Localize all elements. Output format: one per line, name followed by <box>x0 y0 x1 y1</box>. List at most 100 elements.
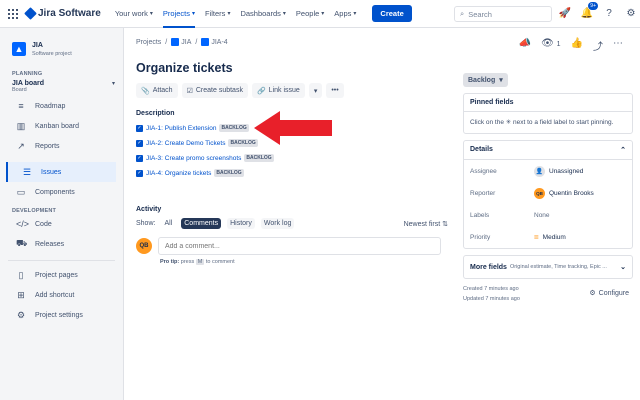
project-avatar-icon: ▲ <box>12 42 26 56</box>
nav-apps[interactable]: Apps ▾ <box>334 0 356 28</box>
priority-medium-icon: = <box>534 232 539 242</box>
project-header[interactable]: ▲ JIA Software project <box>0 28 123 57</box>
checkbox-icon[interactable]: ✓ <box>136 169 143 177</box>
gear-icon: ⚙ <box>589 290 596 297</box>
paperclip-icon: 📎 <box>141 87 150 95</box>
create-button[interactable]: Create <box>372 5 412 22</box>
unassigned-avatar-icon: 👤 <box>534 165 545 177</box>
status-dropdown[interactable]: Backlog ▾ <box>463 73 508 87</box>
chevron-down-icon: ▾ <box>321 11 325 17</box>
sidebar-item-project-settings[interactable]: ⚙ Project settings <box>0 305 123 325</box>
sidebar-item-project-pages[interactable]: ▯ Project pages <box>0 265 123 285</box>
filter-all[interactable]: All <box>161 218 175 229</box>
sidebar-item-code[interactable]: </> Code <box>0 214 123 234</box>
settings-gear-icon[interactable]: ⚙ <box>624 6 638 20</box>
issue-header-actions: 📣 👁 1 👍 ⤴ ⋯ <box>463 38 623 53</box>
roadmap-icon: ≡ <box>18 101 24 111</box>
breadcrumb-projects[interactable]: Projects <box>136 39 161 46</box>
watch-button[interactable]: 👁 1 <box>541 38 560 53</box>
sidebar-item-add-shortcut[interactable]: ⊞ Add shortcut <box>0 285 123 305</box>
link-issue-dropdown[interactable]: ▾ <box>308 83 323 98</box>
shortcut-icon: ⊞ <box>17 289 25 300</box>
nav-filters[interactable]: Filters ▾ <box>205 0 230 28</box>
sidebar-item-kanban[interactable]: ▥ Kanban board <box>0 116 123 136</box>
show-label: Show: <box>136 220 156 227</box>
list-item[interactable]: ✓ JIA-4: Organize tickets BACKLOG <box>136 169 448 177</box>
megaphone-icon[interactable]: 📣 <box>519 38 531 53</box>
sort-order-button[interactable]: Newest first ⇅ <box>404 220 448 228</box>
chevron-up-icon: ⌃ <box>620 147 626 154</box>
more-actions-button[interactable]: ••• <box>326 83 344 98</box>
filter-history[interactable]: History <box>227 218 255 229</box>
breadcrumb-separator: / <box>165 38 168 46</box>
list-item[interactable]: ✓ JIA-3: Create promo screenshots BACKLOG <box>136 154 448 162</box>
details-header[interactable]: Details ⌃ <box>464 141 632 160</box>
sidebar-item-components[interactable]: ▭ Components <box>0 182 123 202</box>
board-selector[interactable]: JIA board Board ▾ <box>12 80 115 93</box>
notifications-bell-icon[interactable]: 🔔 9+ <box>580 2 598 20</box>
jira-logo-icon <box>24 7 37 20</box>
field-priority[interactable]: Priority = Medium <box>464 226 632 248</box>
logo-text: Jira Software <box>38 8 101 19</box>
link-issue-button[interactable]: 🔗 Link issue <box>251 83 305 98</box>
rocket-icon[interactable]: 🚀 <box>558 6 572 20</box>
more-icon[interactable]: ⋯ <box>613 38 623 53</box>
attach-button[interactable]: 📎 Attach <box>136 83 178 98</box>
app-switcher-icon[interactable] <box>8 8 18 19</box>
chevron-down-icon: ⌄ <box>620 264 626 271</box>
nav-projects[interactable]: Projects ▾ <box>162 0 196 28</box>
link-icon: 🔗 <box>256 87 266 95</box>
issue-title[interactable]: Organize tickets <box>136 61 448 75</box>
checkbox-icon[interactable]: ✓ <box>136 124 143 132</box>
keyboard-key: M <box>195 259 205 265</box>
main-nav: Your work ▾ Projects ▾ Filters ▾ Dashboards… <box>115 0 412 28</box>
board-name: JIA board <box>12 80 45 87</box>
search-icon: ⌕ <box>460 9 465 18</box>
issue-actions: 📎 Attach ☑ Create subtask 🔗 Link issue ▾ ••… <box>136 83 448 98</box>
thumbs-up-icon[interactable]: 👍 <box>571 38 583 53</box>
status-badge: BACKLOG <box>219 124 249 132</box>
pinned-fields-panel: Pinned fields Click on the ✳ next to a f… <box>463 93 633 134</box>
configure-button[interactable]: ⚙ Configure <box>589 289 629 298</box>
breadcrumb-project[interactable]: JIA <box>171 38 191 46</box>
checkbox-icon[interactable]: ✓ <box>136 154 143 162</box>
search-input[interactable]: ⌕ Search <box>454 6 552 22</box>
help-icon[interactable]: ? <box>602 6 616 20</box>
filter-comments[interactable]: Comments <box>181 218 222 229</box>
breadcrumb-issue[interactable]: JIA-4 <box>201 38 228 46</box>
top-navigation-bar: Jira Software Your work ▾ Projects ▾ Filte… <box>0 0 640 28</box>
comment-input[interactable] <box>158 237 441 255</box>
jira-logo[interactable]: Jira Software <box>24 7 101 20</box>
nav-your-work[interactable]: Your work ▾ <box>115 0 153 28</box>
project-sidebar: ▲ JIA Software project PLANNING JIA boar… <box>0 28 124 400</box>
share-icon[interactable]: ⤴ <box>593 38 603 53</box>
chevron-down-icon: ▾ <box>111 81 115 87</box>
checkbox-icon[interactable]: ✓ <box>136 139 143 147</box>
breadcrumb-separator: / <box>195 38 198 46</box>
nav-dashboards[interactable]: Dashboards ▾ <box>240 0 285 28</box>
chevron-down-icon: ▾ <box>149 11 153 17</box>
board-type: Board <box>12 87 27 93</box>
pinned-fields-title: Pinned fields <box>464 94 632 112</box>
field-assignee[interactable]: Assignee 👤 Unassigned <box>464 160 632 182</box>
filter-work-log[interactable]: Work log <box>260 218 295 229</box>
avatar: QB <box>534 187 545 199</box>
pinned-fields-body: Click on the ✳ next to a field label to … <box>470 119 614 126</box>
issues-icon: ☰ <box>22 166 32 177</box>
sidebar-item-roadmap[interactable]: ≡ Roadmap <box>0 96 123 116</box>
sidebar-item-reports[interactable]: ↗ Reports <box>0 136 123 156</box>
releases-icon: ⛟ <box>16 238 28 248</box>
chevron-down-icon: ▾ <box>227 11 231 17</box>
field-reporter[interactable]: Reporter QB Quentin Brooks <box>464 182 632 204</box>
subtask-icon: ☑ <box>186 87 193 95</box>
more-fields-panel[interactable]: More fields Original estimate, Time track… <box>463 255 633 279</box>
settings-icon: ⚙ <box>16 309 26 320</box>
create-subtask-button[interactable]: ☑ Create subtask <box>181 83 248 98</box>
planning-heading: PLANNING <box>12 71 43 77</box>
nav-people[interactable]: People ▾ <box>296 0 324 28</box>
sidebar-item-issues[interactable]: ☰ Issues <box>6 162 116 182</box>
project-icon <box>171 38 180 46</box>
sidebar-item-releases[interactable]: ⛟ Releases <box>0 234 123 254</box>
comment-composer: QB <box>136 237 448 255</box>
field-labels[interactable]: Labels None <box>464 204 632 226</box>
